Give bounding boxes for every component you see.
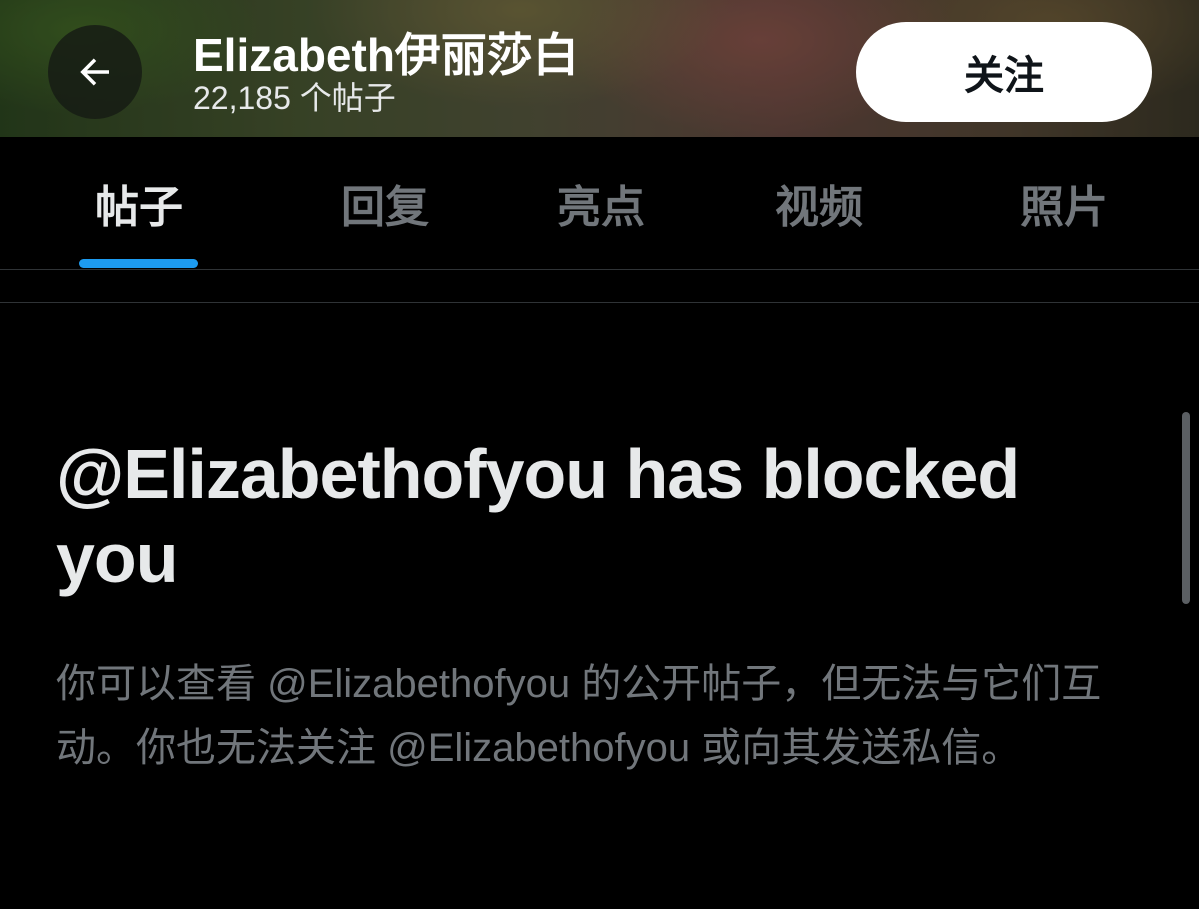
tab-replies[interactable]: 回复 bbox=[306, 137, 464, 269]
divider bbox=[0, 302, 1199, 303]
back-button[interactable] bbox=[48, 25, 142, 119]
tab-videos[interactable]: 视频 bbox=[740, 137, 898, 269]
tab-photos[interactable]: 照片 bbox=[985, 137, 1143, 269]
tab-posts[interactable]: 帖子 bbox=[60, 137, 218, 269]
profile-display-name: Elizabeth伊丽莎白 bbox=[193, 29, 579, 81]
active-tab-indicator bbox=[79, 259, 198, 268]
blocked-title: @Elizabethofyou has blocked you bbox=[56, 435, 1020, 597]
scrollbar[interactable] bbox=[1182, 412, 1190, 604]
post-count: 22,185 个帖子 bbox=[193, 80, 396, 116]
follow-button[interactable]: 关注 bbox=[856, 22, 1152, 122]
profile-tabs: 帖子 回复 亮点 视频 照片 bbox=[0, 137, 1199, 270]
profile-page: Elizabeth伊丽莎白 22,185 个帖子 关注 帖子 回复 亮点 视频 … bbox=[0, 0, 1199, 909]
blocked-description: 你可以查看 @Elizabethofyou 的公开帖子，但无法与它们互动。你也无… bbox=[56, 662, 1102, 770]
profile-header: Elizabeth伊丽莎白 22,185 个帖子 关注 bbox=[0, 0, 1199, 137]
arrow-left-icon bbox=[80, 58, 109, 86]
tab-highlights[interactable]: 亮点 bbox=[522, 137, 680, 269]
